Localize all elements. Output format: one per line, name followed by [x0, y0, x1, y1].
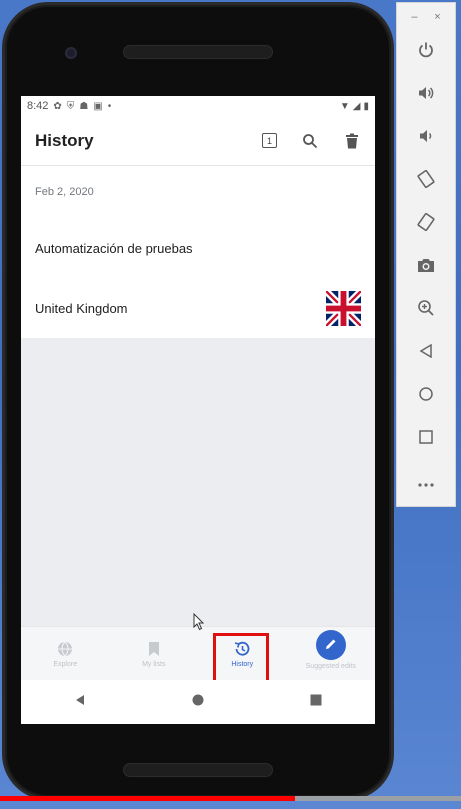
- volume-up-icon: [417, 84, 435, 107]
- nav-label: Suggested edits: [305, 662, 356, 670]
- zoom-icon: [417, 299, 435, 322]
- emulator-overview-button[interactable]: [397, 418, 455, 461]
- nav-explore[interactable]: Explore: [21, 627, 110, 680]
- more-icon: [418, 474, 434, 492]
- video-progress-bar[interactable]: [0, 796, 461, 801]
- home-icon: [419, 387, 433, 406]
- status-bar: 8:42 ✿ ⛨ ☗ ▣ • ▼ ◢ ▮: [21, 96, 375, 116]
- phone-frame: 8:42 ✿ ⛨ ☗ ▣ • ▼ ◢ ▮ History 1 Feb 2, 20…: [2, 2, 394, 800]
- wifi-icon: ▼: [339, 100, 350, 112]
- history-date-header: Feb 2, 2020: [35, 186, 94, 198]
- rotate-right-icon: [416, 212, 436, 237]
- video-progress-fill: [0, 796, 296, 801]
- history-item[interactable]: Automatización de pruebas: [21, 218, 375, 278]
- screenshot-button[interactable]: [397, 246, 455, 289]
- top-speaker: [123, 45, 273, 59]
- status-time: 8:42: [27, 100, 49, 112]
- zoom-button[interactable]: [397, 289, 455, 332]
- history-list: Feb 2, 2020 Automatización de pruebas Un…: [21, 166, 375, 338]
- search-icon[interactable]: [301, 132, 319, 150]
- signal-icon: ◢: [352, 100, 361, 112]
- power-icon: [417, 41, 435, 64]
- volume-down-icon: [417, 127, 435, 150]
- nav-label: Explore: [53, 660, 78, 668]
- nav-label: My lists: [142, 660, 166, 668]
- history-item-title: United Kingdom: [35, 300, 128, 316]
- page-title: History: [35, 130, 94, 150]
- globe-icon: [56, 640, 74, 658]
- battery-icon: ▮: [363, 100, 369, 112]
- rotate-left-button[interactable]: [397, 160, 455, 203]
- emulator-window-controls: – ×: [397, 3, 455, 31]
- dot-notification-icon: •: [107, 100, 112, 112]
- nav-suggested-edits[interactable]: Suggested edits: [287, 627, 376, 680]
- rotate-left-icon: [416, 169, 436, 194]
- pencil-icon: [324, 637, 338, 653]
- power-button[interactable]: [397, 31, 455, 74]
- minimize-icon[interactable]: –: [411, 11, 417, 23]
- delete-icon[interactable]: [343, 132, 361, 150]
- emulator-back-button[interactable]: [397, 332, 455, 375]
- image-notification-icon: ▣: [93, 100, 103, 112]
- history-item-title: Automatización de pruebas: [35, 240, 193, 256]
- settings-notification-icon: ✿: [53, 100, 62, 112]
- shield-notification-icon: ⛨: [66, 100, 75, 112]
- front-camera: [65, 47, 77, 59]
- history-item[interactable]: United Kingdom: [21, 278, 375, 338]
- back-icon[interactable]: [74, 693, 86, 711]
- uk-flag-thumbnail: [323, 288, 364, 328]
- empty-area: [21, 338, 375, 632]
- overview-icon: [419, 430, 433, 449]
- home-icon[interactable]: [192, 693, 204, 711]
- history-tab-highlight: [213, 633, 269, 683]
- bookmark-icon: [145, 640, 163, 658]
- close-icon[interactable]: ×: [434, 11, 440, 23]
- camera-icon: [417, 257, 435, 278]
- suggested-edits-fab: [315, 629, 346, 660]
- overview-icon[interactable]: [310, 693, 322, 711]
- emulator-toolbar: – ×: [396, 2, 456, 507]
- system-navigation-bar: [21, 680, 375, 724]
- bottom-speaker: [123, 763, 273, 777]
- volume-down-button[interactable]: [397, 117, 455, 160]
- device-screen: 8:42 ✿ ⛨ ☗ ▣ • ▼ ◢ ▮ History 1 Feb 2, 20…: [21, 96, 375, 724]
- app-bar: History 1: [21, 116, 375, 166]
- android-notification-icon: ☗: [79, 100, 89, 112]
- tabs-button[interactable]: 1: [262, 133, 277, 148]
- rotate-right-button[interactable]: [397, 203, 455, 246]
- emulator-more-button[interactable]: [397, 461, 455, 504]
- emulator-home-button[interactable]: [397, 375, 455, 418]
- nav-my-lists[interactable]: My lists: [110, 627, 199, 680]
- mouse-cursor: [193, 612, 205, 636]
- volume-up-button[interactable]: [397, 74, 455, 117]
- back-icon: [419, 343, 433, 363]
